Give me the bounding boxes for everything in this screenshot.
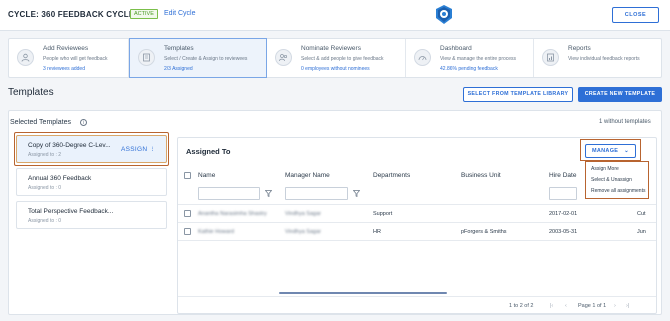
- step-desc: View individual feedback reports: [568, 56, 640, 62]
- divider: [178, 204, 656, 205]
- step-desc: View & manage the entire process: [440, 56, 517, 62]
- step-status: 42.86% pending feedback: [440, 66, 498, 72]
- step-status: 2/3 Assigned: [164, 66, 193, 72]
- template-assigned-count: Assigned to : 0: [28, 218, 62, 224]
- row-manager: Vindhya Sagar: [285, 229, 321, 235]
- row-manager: Vindhya Sagar: [285, 211, 321, 217]
- column-header-hire-date[interactable]: Hire Date: [549, 172, 576, 179]
- template-card[interactable]: Total Perspective Feedback... Assigned t…: [16, 201, 167, 229]
- template-name: Total Perspective Feedback...: [28, 208, 114, 215]
- create-template-button[interactable]: CREATE NEW TEMPLATE: [578, 87, 662, 102]
- app-logo-icon: [433, 4, 455, 26]
- first-page-icon[interactable]: |‹: [550, 303, 553, 309]
- step-templates[interactable]: Templates Select / Create & Assign to re…: [129, 38, 267, 78]
- divider: [178, 222, 656, 223]
- step-status: 0 employees without nominees: [301, 66, 370, 72]
- column-header-business-unit[interactable]: Business Unit: [461, 172, 501, 179]
- menu-item-remove-all[interactable]: Remove all assignments: [591, 188, 645, 194]
- highlight-box: [580, 139, 641, 161]
- row-extra: Jun: [637, 229, 646, 235]
- menu-item-assign-more[interactable]: Assign More: [591, 166, 619, 172]
- assigned-to-title: Assigned To: [186, 147, 231, 156]
- step-nominate-reviewers[interactable]: Nominate Reviewers Select & add people t…: [267, 39, 406, 77]
- cycle-steps: Add Reviewees People who will get feedba…: [8, 38, 662, 78]
- page-title: Templates: [8, 87, 54, 98]
- hire-date-filter-input[interactable]: [549, 187, 577, 200]
- pagination-range: 1 to 2 of 2: [509, 303, 534, 309]
- reports-icon: [542, 49, 559, 66]
- close-button[interactable]: CLOSE: [612, 7, 659, 23]
- step-title: Dashboard: [440, 45, 472, 52]
- row-hire-date: 2017-02-01: [549, 211, 578, 217]
- menu-item-select-unassign[interactable]: Select & Unassign: [591, 177, 632, 183]
- step-title: Templates: [164, 45, 194, 52]
- filter-icon[interactable]: [352, 190, 361, 199]
- step-reports[interactable]: Reports View individual feedback reports: [534, 39, 661, 77]
- prev-page-icon[interactable]: ‹: [565, 303, 567, 309]
- nominate-icon: [275, 49, 292, 66]
- select-from-library-button[interactable]: SELECT FROM TEMPLATE LIBRARY: [463, 87, 573, 102]
- column-header-name[interactable]: Name: [198, 172, 215, 179]
- status-badge: ACTIVE: [130, 9, 158, 19]
- without-templates-count[interactable]: 1 without templates: [599, 119, 651, 125]
- step-dashboard[interactable]: Dashboard View & manage the entire proce…: [406, 39, 534, 77]
- step-desc: Select / Create & Assign to reviewees: [164, 56, 248, 62]
- row-checkbox[interactable]: [184, 210, 191, 217]
- dashboard-icon: [414, 49, 431, 66]
- row-hire-date: 2003-05-31: [549, 229, 578, 235]
- row-department: Support: [373, 211, 393, 217]
- top-header: CYCLE: 360 FEEDBACK CYCLE 2025 ACTIVE Ed…: [0, 0, 670, 31]
- filter-icon[interactable]: [264, 190, 273, 199]
- template-icon: [138, 49, 155, 66]
- name-filter-input[interactable]: [198, 187, 260, 200]
- row-checkbox[interactable]: [184, 228, 191, 235]
- divider: [178, 240, 656, 241]
- divider: [178, 296, 656, 297]
- template-assigned-count: Assigned to : 0: [28, 185, 62, 191]
- row-department: HR: [373, 229, 381, 235]
- info-icon[interactable]: i: [80, 119, 87, 126]
- step-status: 3 reviewees added: [43, 66, 85, 72]
- step-title: Nominate Reviewers: [301, 45, 361, 52]
- row-business-unit: pForgers & Smiths: [461, 229, 507, 235]
- horizontal-scrollbar[interactable]: [279, 292, 447, 294]
- select-all-checkbox[interactable]: [184, 172, 191, 179]
- selected-templates-label: Selected Templates: [10, 119, 71, 126]
- row-name: Anantha Narasimha Shastry: [198, 211, 267, 217]
- manager-filter-input[interactable]: [285, 187, 348, 200]
- next-page-icon[interactable]: ›: [614, 303, 616, 309]
- step-add-reviewees[interactable]: Add Reviewees People who will get feedba…: [9, 39, 129, 77]
- highlight-box: [14, 132, 169, 166]
- step-desc: Select & add people to give feedback: [301, 56, 384, 62]
- row-extra: Cut: [637, 211, 646, 217]
- step-title: Add Reviewees: [43, 45, 89, 52]
- template-name: Annual 360 Feedback: [28, 175, 92, 182]
- column-header-departments[interactable]: Departments: [373, 172, 410, 179]
- user-icon: [17, 49, 34, 66]
- manage-dropdown: Assign More Select & Unassign Remove all…: [585, 161, 649, 199]
- column-header-manager[interactable]: Manager Name: [285, 172, 330, 179]
- template-card[interactable]: Annual 360 Feedback Assigned to : 0: [16, 168, 167, 196]
- edit-cycle-link[interactable]: Edit Cycle: [164, 10, 196, 17]
- step-desc: People who will get feedback: [43, 56, 108, 62]
- last-page-icon[interactable]: ›|: [626, 303, 629, 309]
- step-title: Reports: [568, 45, 591, 52]
- page-indicator: Page 1 of 1: [578, 303, 607, 309]
- row-name: Kathie Howard: [198, 229, 235, 235]
